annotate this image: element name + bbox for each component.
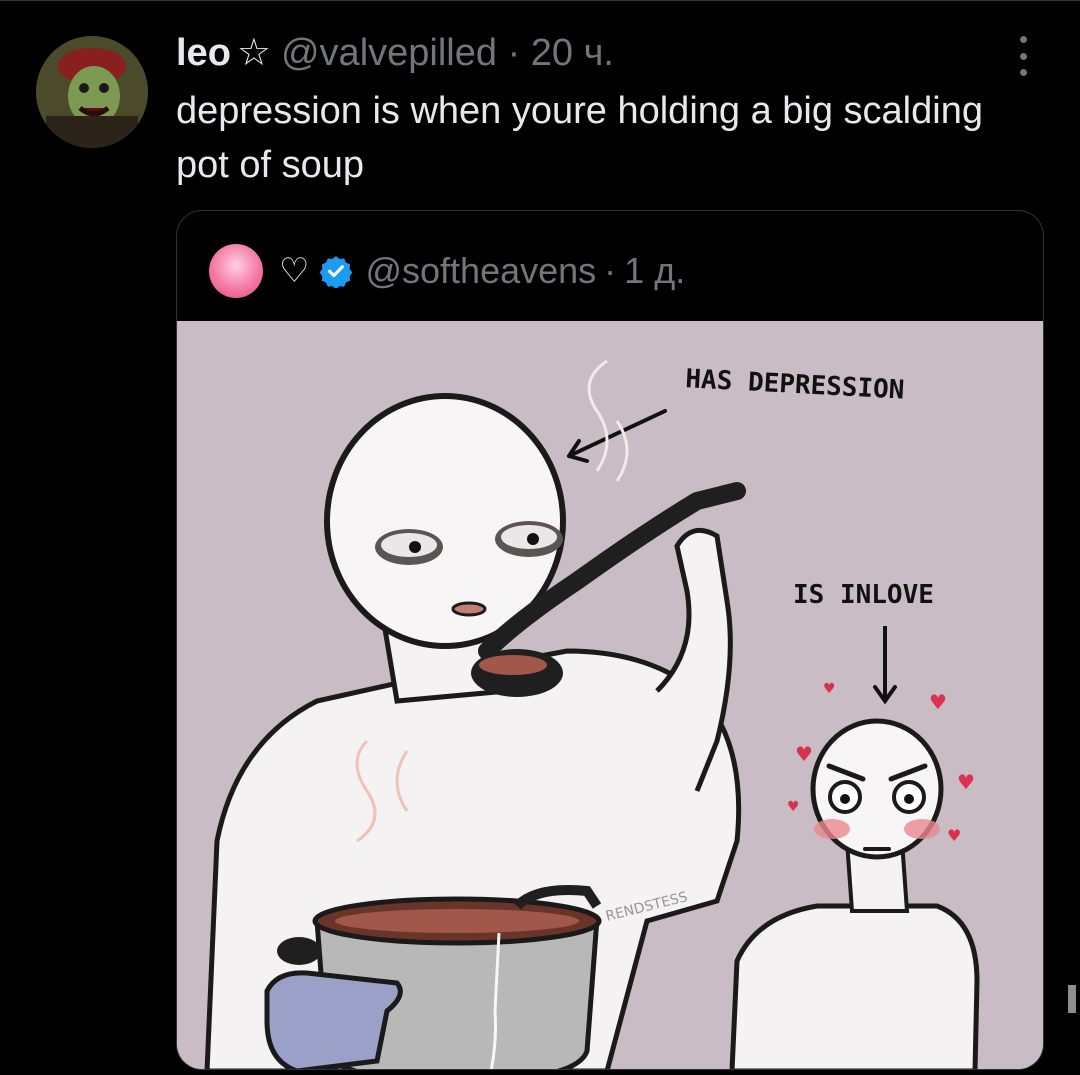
star-icon: ☆ (236, 32, 271, 74)
svg-text:♥: ♥ (957, 770, 975, 794)
more-options-icon[interactable] (1012, 36, 1034, 76)
author-avatar[interactable] (36, 36, 148, 148)
separator-dot: · (604, 250, 617, 291)
svg-text:♥: ♥ (929, 690, 947, 714)
comic-illustration: HAS DEPRESSION IS INLOVE RENDSTESS ♥ ♥ ♥… (177, 321, 1043, 1069)
quoted-author-avatar[interactable] (209, 244, 263, 298)
heart-icon: ♡ (279, 252, 310, 290)
quoted-tweet-image[interactable]: HAS DEPRESSION IS INLOVE RENDSTESS ♥ ♥ ♥… (177, 321, 1043, 1069)
author-name[interactable]: leo (176, 32, 231, 74)
quoted-tweet[interactable]: ♡ @softheavens · 1 д. HAS DEPRESSION IS … (176, 210, 1044, 1070)
quoted-author-handle[interactable]: @softheavens (365, 250, 596, 292)
quoted-tweet-header: ♡ @softheavens · 1 д. (209, 244, 685, 298)
quoted-tweet-timestamp[interactable]: 1 д. (624, 250, 685, 292)
svg-text:♥: ♥ (947, 826, 961, 845)
tweet-header: leo ☆ @valvepilled · 20 ч. (176, 30, 614, 76)
separator-dot: · (507, 32, 521, 74)
svg-text:♥: ♥ (795, 742, 813, 766)
top-divider (0, 0, 1080, 6)
verified-badge-icon (320, 256, 353, 288)
label-is-inlove: IS INLOVE (793, 580, 934, 610)
svg-text:♥: ♥ (787, 799, 800, 815)
svg-text:♥: ♥ (823, 681, 836, 697)
tweet-text: depression is when youre holding a big s… (176, 90, 983, 186)
author-handle[interactable]: @valvepilled (281, 32, 497, 74)
tweet-timestamp[interactable]: 20 ч. (531, 32, 614, 74)
avatar-art (36, 36, 148, 148)
scroll-indicator[interactable] (1068, 985, 1076, 1013)
